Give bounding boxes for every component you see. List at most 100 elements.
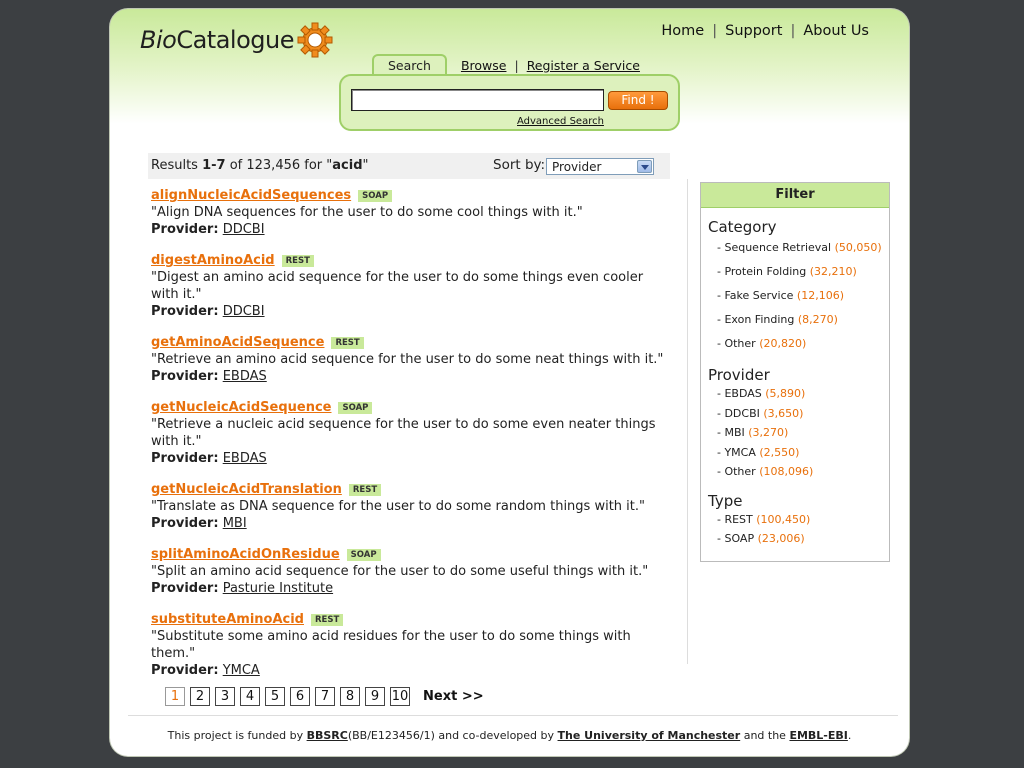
filter-item-count: (100,450)	[756, 512, 811, 526]
result-name-link[interactable]: digestAminoAcid	[151, 253, 275, 268]
results-count-text: of 123,456 for "	[225, 158, 333, 173]
filter-item[interactable]: - Exon Finding (8,270)	[708, 308, 889, 332]
filter-item[interactable]: - DDCBI (3,650)	[708, 404, 889, 424]
filter-category-title: Category	[708, 218, 777, 236]
result-name-link[interactable]: splitAminoAcidOnResidue	[151, 547, 340, 562]
nav-support[interactable]: Support	[725, 23, 782, 39]
filter-item-count: (50,050)	[834, 241, 882, 254]
result-provider: Provider: MBI	[151, 515, 671, 532]
filter-item-label: - EBDAS	[717, 387, 762, 400]
filter-item[interactable]: - YMCA (2,550)	[708, 443, 889, 463]
results-prefix: Results	[151, 158, 203, 173]
service-type-badge: REST	[348, 483, 382, 496]
filter-item-label: - DDCBI	[717, 406, 760, 420]
page-link-current[interactable]: 1	[165, 687, 185, 706]
provider-link[interactable]: MBI	[223, 516, 247, 531]
footer-link-manchester[interactable]: The University of Manchester	[558, 729, 741, 742]
provider-link[interactable]: EBDAS	[223, 369, 267, 384]
provider-link[interactable]: DDCBI	[223, 304, 265, 319]
filter-item-count: (8,270)	[797, 313, 838, 326]
filter-item-label: - SOAP	[717, 532, 755, 545]
filter-item[interactable]: - Other (20,820)	[708, 332, 889, 356]
result-item: substituteAminoAcid REST "Substitute some…	[151, 611, 671, 679]
results-suffix: "	[362, 158, 369, 173]
filter-item-count: (2,550)	[759, 445, 800, 459]
page-link[interactable]: 10	[390, 687, 410, 706]
logo[interactable]: Bio Catalogue	[140, 22, 333, 58]
provider-link[interactable]: DDCBI	[223, 222, 265, 237]
footer-link-bbsrc[interactable]: BBSRC	[307, 729, 348, 742]
result-provider: Provider: EBDAS	[151, 368, 671, 385]
sort-label: Sort by:	[493, 157, 546, 173]
logo-catalogue-text: Catalogue	[176, 26, 294, 54]
tab-search[interactable]: Search	[372, 54, 447, 76]
filter-item[interactable]: - REST (100,450)	[708, 510, 889, 530]
result-description: "Split an amino acid sequence for the us…	[151, 564, 649, 579]
nav-separator: |	[712, 23, 718, 39]
result-name-link[interactable]: getAminoAcidSequence	[151, 335, 324, 350]
filter-item-count: (108,096)	[759, 465, 814, 478]
chevron-down-icon[interactable]	[637, 160, 652, 173]
filter-item[interactable]: - SOAP (23,006)	[708, 529, 889, 549]
find-button[interactable]: Find !	[608, 91, 668, 110]
footer-link-embl-ebi[interactable]: EMBL-EBI	[789, 729, 847, 742]
provider-label: Provider:	[151, 451, 219, 466]
result-item: getNucleicAcidTranslation REST "Translate…	[151, 481, 671, 532]
filter-item-count: (23,006)	[757, 532, 805, 545]
page-link[interactable]: 8	[340, 687, 360, 706]
page-link[interactable]: 6	[290, 687, 310, 706]
result-provider: Provider: EBDAS	[151, 450, 671, 467]
nav-home[interactable]: Home	[661, 23, 704, 39]
result-name-link[interactable]: getNucleicAcidTranslation	[151, 482, 342, 497]
page-link[interactable]: 3	[215, 687, 235, 706]
filter-item-label: - Sequence Retrieval	[717, 241, 832, 254]
results-list: alignNucleicAcidSequences SOAP "Align DNA…	[151, 187, 671, 693]
sort-select-value: Provider	[552, 160, 602, 174]
gear-icon	[297, 22, 333, 58]
filter-item-count: (3,270)	[748, 426, 789, 439]
search-input[interactable]	[351, 89, 604, 111]
provider-link[interactable]: EBDAS	[223, 451, 267, 466]
result-name-link[interactable]: alignNucleicAcidSequences	[151, 188, 351, 203]
page-link[interactable]: 7	[315, 687, 335, 706]
service-type-badge: REST	[311, 613, 344, 626]
page-link[interactable]: 2	[190, 687, 210, 706]
advanced-search-link[interactable]: Advanced Search	[517, 116, 604, 127]
filter-item-count: (12,106)	[796, 289, 844, 302]
result-name-link[interactable]: substituteAminoAcid	[151, 612, 304, 627]
pagination: 1 2 3 4 5 6 7 8 9 10 Next >>	[165, 687, 484, 706]
results-summary: Results 1-7 of 123,456 for "acid"	[151, 158, 369, 173]
sort-select[interactable]: Provider	[546, 158, 654, 175]
column-divider	[687, 179, 688, 664]
page-link[interactable]: 4	[240, 687, 260, 706]
filter-provider-title: Provider	[708, 366, 770, 384]
service-type-badge: SOAP	[358, 189, 393, 202]
next-page-link[interactable]: Next >>	[423, 689, 484, 704]
provider-label: Provider:	[151, 516, 219, 531]
provider-label: Provider:	[151, 222, 219, 237]
page-link[interactable]: 5	[265, 687, 285, 706]
filter-item[interactable]: - Other (108,096)	[708, 462, 889, 482]
result-name-link[interactable]: getNucleicAcidSequence	[151, 400, 331, 415]
search-panel: Find ! Advanced Search	[339, 74, 680, 131]
filter-item[interactable]: - Fake Service (12,106)	[708, 284, 889, 308]
result-item: getAminoAcidSequence REST "Retrieve an am…	[151, 334, 671, 385]
filter-item[interactable]: - Protein Folding (32,210)	[708, 260, 889, 284]
filter-item-label: - Fake Service	[717, 289, 794, 302]
filter-item-label: - Other	[717, 337, 756, 350]
filter-item[interactable]: - EBDAS (5,890)	[708, 384, 889, 404]
result-description: "Substitute some amino acid residues for…	[151, 629, 631, 661]
filter-item-label: - YMCA	[717, 445, 756, 459]
result-item: splitAminoAcidOnResidue SOAP "Split an am…	[151, 546, 671, 597]
filter-title: Filter	[701, 183, 889, 208]
result-item: alignNucleicAcidSequences SOAP "Align DNA…	[151, 187, 671, 238]
page-link[interactable]: 9	[365, 687, 385, 706]
filter-item[interactable]: - MBI (3,270)	[708, 423, 889, 443]
nav-about-us[interactable]: About Us	[803, 23, 869, 39]
result-description: "Align DNA sequences for the user to do …	[151, 205, 583, 220]
provider-label: Provider:	[151, 304, 219, 319]
provider-link[interactable]: Pasturie Institute	[223, 581, 333, 596]
result-provider: Provider: YMCA	[151, 662, 671, 679]
provider-link[interactable]: YMCA	[223, 663, 260, 678]
filter-item[interactable]: - Sequence Retrieval (50,050)	[708, 236, 889, 260]
